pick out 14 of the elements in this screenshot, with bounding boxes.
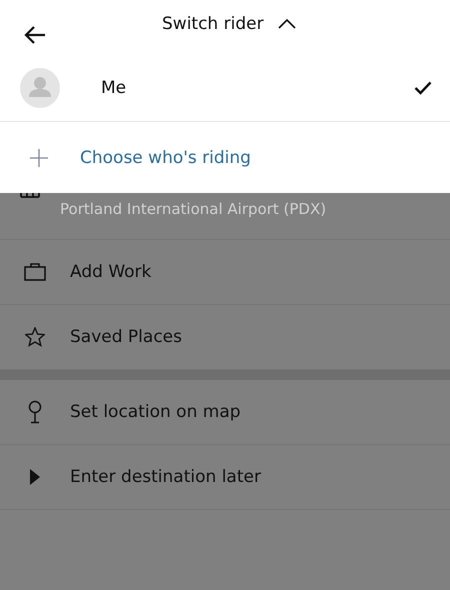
place-item[interactable]: Portland International Airport (PDX) [0, 193, 450, 240]
play-icon [29, 469, 41, 485]
place-item[interactable]: Set location on map [0, 380, 450, 445]
place-item[interactable]: Add Work [0, 240, 450, 305]
rider-switcher[interactable]: Switch rider [160, 10, 298, 38]
rider-name: Me [101, 78, 128, 98]
pin-icon [27, 400, 43, 424]
back-arrow-icon[interactable] [23, 24, 47, 44]
checkmark-icon [414, 81, 432, 95]
plus-icon [30, 148, 48, 166]
star-icon [25, 327, 45, 347]
avatar-icon [20, 68, 60, 108]
place-item[interactable]: Enter destination later [0, 445, 450, 510]
briefcase-icon [24, 263, 46, 281]
